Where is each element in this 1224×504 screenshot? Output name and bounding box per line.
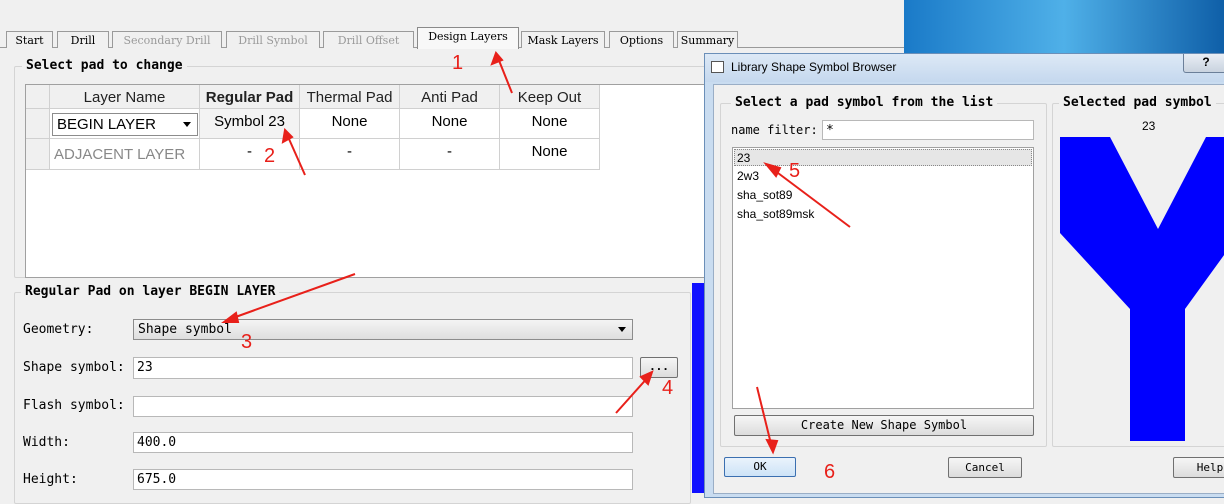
arrowhead-icon [221,311,240,323]
arrowhead-icon [281,127,294,144]
annotation-label-4: 4 [662,377,674,399]
annotation-label-6: 6 [824,461,836,483]
annotation-label-3: 3 [241,331,253,353]
annotation-overlay [221,51,851,455]
annotation-arrow-3 [229,273,356,320]
arrowhead-icon [765,438,779,455]
arrowhead-icon [763,162,782,178]
annotation-arrow-6 [756,386,773,449]
annotation-label-5: 5 [789,160,801,182]
annotation-arrow-5 [769,166,851,228]
annotation-label-1: 1 [452,52,464,74]
tab-design-layers[interactable]: Design Layers [417,27,519,49]
annotation-label-2: 2 [264,145,276,167]
